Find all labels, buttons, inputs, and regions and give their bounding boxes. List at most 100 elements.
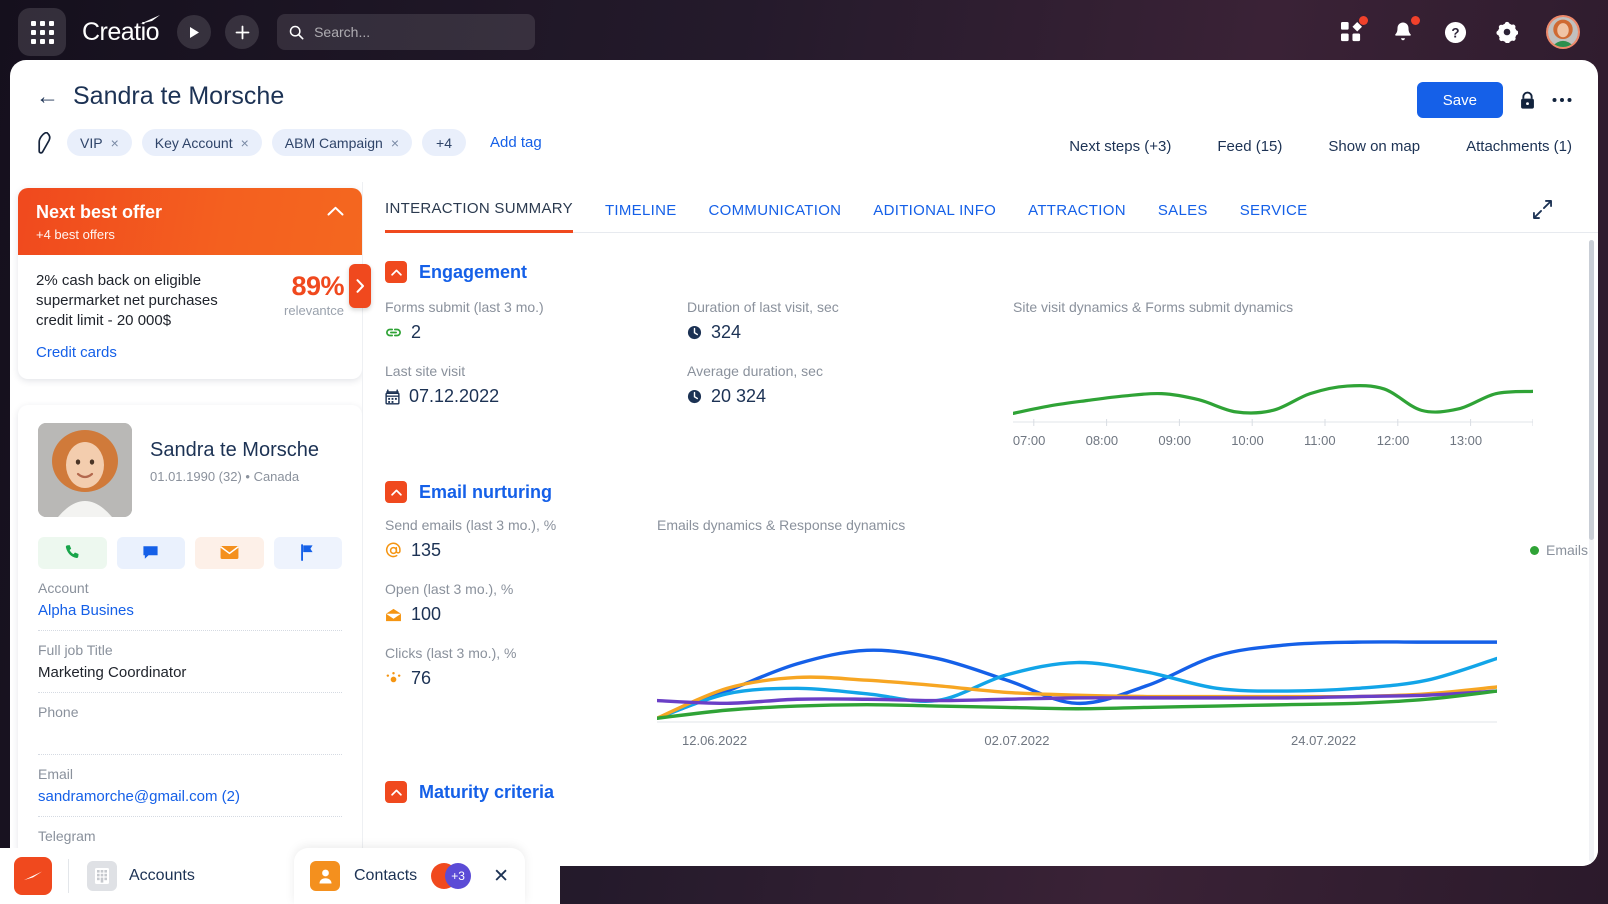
offer-category-link[interactable]: Credit cards <box>36 343 117 363</box>
save-button[interactable]: Save <box>1417 82 1503 118</box>
topbar-actions: ? <box>1338 15 1590 49</box>
creatio-app-window: Creatio <box>0 0 1608 904</box>
offer-relevance: 89% relevantce <box>252 271 344 363</box>
tag-remove-icon[interactable]: × <box>241 135 249 151</box>
tab-sales[interactable]: SALES <box>1158 202 1208 232</box>
tab-attraction[interactable]: ATTRACTION <box>1028 202 1126 232</box>
site-visit-chart: Site visit dynamics & Forms submit dynam… <box>989 299 1598 451</box>
user-avatar[interactable] <box>1546 15 1580 49</box>
chart-legend: Emails <box>1530 542 1588 558</box>
field-label: Email <box>38 766 342 782</box>
page-title: Sandra te Morsche <box>73 82 284 111</box>
expand-icon[interactable] <box>1533 200 1552 219</box>
detail-scrollbar-track[interactable] <box>1589 240 1594 862</box>
bell-icon[interactable] <box>1390 19 1416 45</box>
brand-logo[interactable]: Creatio <box>82 18 163 47</box>
stat-value-row: 07.12.2022 <box>385 386 687 407</box>
record-page: ← Sandra te Morsche Save <box>10 60 1598 866</box>
chart-x-tick: 07:00 <box>1013 433 1046 448</box>
close-icon[interactable]: ✕ <box>493 865 509 888</box>
tab-interaction-summary[interactable]: INTERACTION SUMMARY <box>385 200 573 233</box>
stat-label: Open (last 3 mo.), % <box>385 581 657 597</box>
global-search[interactable] <box>277 14 535 50</box>
chart-x-axis: 12.06.202202.07.202224.07.2022 <box>657 733 1497 751</box>
field-value[interactable]: Alpha Busines <box>38 602 342 621</box>
search-input[interactable] <box>314 24 514 40</box>
call-icon[interactable] <box>38 537 107 569</box>
session-avatars-stack[interactable]: +3 <box>431 861 477 891</box>
bell-badge-dot <box>1411 16 1420 25</box>
link-show-on-map[interactable]: Show on map <box>1328 138 1420 155</box>
tab-additional-info[interactable]: ADITIONAL INFO <box>873 202 996 232</box>
stat-label: Send emails (last 3 mo.), % <box>385 517 657 533</box>
help-icon[interactable]: ? <box>1442 19 1468 45</box>
play-icon[interactable] <box>177 15 211 49</box>
apps-badge-icon[interactable] <box>1338 19 1364 45</box>
engagement-col-1: Forms submit (last 3 mo.) 2 <box>385 299 687 451</box>
creatio-mark-icon[interactable] <box>14 857 52 895</box>
next-best-offer-header[interactable]: Next best offer +4 best offers <box>18 188 362 255</box>
plus-icon[interactable] <box>225 15 259 49</box>
field-label: Phone <box>38 704 342 720</box>
chart-x-axis: 07:0008:0009:0010:0011:0012:0013:00 <box>1013 433 1533 451</box>
link-next-steps[interactable]: Next steps (+3) <box>1069 138 1171 155</box>
taskbar-item-contacts[interactable]: Contacts +3 ✕ <box>294 848 525 904</box>
link-feed[interactable]: Feed (15) <box>1217 138 1282 155</box>
section-collapse-icon[interactable] <box>385 481 407 503</box>
contact-identity: Sandra te Morsche 01.01.1990 (32) • Cana… <box>38 423 342 517</box>
section-collapse-icon[interactable] <box>385 261 407 283</box>
link-icon <box>385 326 402 339</box>
emails-dynamics-chart: Emails dynamics & Response dynamics Emai… <box>657 517 1598 751</box>
section-maturity-header: Maturity criteria <box>385 781 1598 803</box>
field-value[interactable]: sandramorche@gmail.com (2) <box>38 788 342 807</box>
next-best-offer-title: Next best offer <box>36 202 344 223</box>
tag-chip[interactable]: ABM Campaign × <box>272 129 412 156</box>
section-title[interactable]: Engagement <box>419 262 527 283</box>
stat-value: 100 <box>411 604 441 625</box>
email-stats-col: Send emails (last 3 mo.), % 135 <box>385 517 657 751</box>
tag-remove-icon[interactable]: × <box>111 135 119 151</box>
stat-label: Clicks (last 3 mo.), % <box>385 645 657 661</box>
open-mail-icon <box>385 608 402 622</box>
field-value[interactable] <box>38 726 342 745</box>
tag-chip[interactable]: Key Account × <box>142 129 262 156</box>
flag-icon[interactable] <box>274 537 343 569</box>
taskbar-item-accounts[interactable]: Accounts <box>87 861 195 891</box>
app-grid-icon[interactable] <box>18 8 66 56</box>
email-icon[interactable] <box>195 537 264 569</box>
chart-x-tick: 12.06.2022 <box>682 733 747 748</box>
panel-collapse-toggle[interactable] <box>349 264 371 308</box>
section-title[interactable]: Maturity criteria <box>419 782 554 803</box>
tab-service[interactable]: SERVICE <box>1240 202 1308 232</box>
stat-value-row: 324 <box>687 322 989 343</box>
clock-icon <box>687 325 702 340</box>
field-label: Full job Title <box>38 642 342 658</box>
taskbar-item-label: Accounts <box>129 867 195 885</box>
edit-tags-pencil-icon[interactable] <box>36 132 53 154</box>
link-attachments[interactable]: Attachments (1) <box>1466 138 1572 155</box>
clicks-icon <box>385 670 402 687</box>
chart-x-tick: 02.07.2022 <box>984 733 1049 748</box>
gear-icon[interactable] <box>1494 19 1520 45</box>
add-tag-button[interactable]: Add tag <box>490 134 542 151</box>
tag-remove-icon[interactable]: × <box>391 135 399 151</box>
tab-timeline[interactable]: TIMELINE <box>605 202 677 232</box>
field-value[interactable]: Marketing Coordinator <box>38 664 342 683</box>
tag-overflow-chip[interactable]: +4 <box>422 129 466 156</box>
tab-communication[interactable]: COMMUNICATION <box>709 202 842 232</box>
engagement-col-2: Duration of last visit, sec 324 <box>687 299 989 451</box>
accounts-icon <box>87 861 117 891</box>
chat-icon[interactable] <box>117 537 186 569</box>
tag-label: VIP <box>80 135 103 151</box>
section-title[interactable]: Email nurturing <box>419 482 552 503</box>
stat-value-row: 100 <box>385 604 657 625</box>
tag-chip[interactable]: VIP × <box>67 129 132 156</box>
chart-title: Emails dynamics & Response dynamics <box>657 517 1598 533</box>
section-collapse-icon[interactable] <box>385 781 407 803</box>
more-menu-icon[interactable] <box>1552 97 1572 103</box>
detail-scrollbar-thumb[interactable] <box>1589 240 1594 540</box>
chevron-up-icon[interactable] <box>327 206 344 216</box>
back-arrow-icon[interactable]: ← <box>36 85 59 108</box>
chart-x-tick: 09:00 <box>1158 433 1191 448</box>
lock-icon[interactable] <box>1519 91 1536 110</box>
